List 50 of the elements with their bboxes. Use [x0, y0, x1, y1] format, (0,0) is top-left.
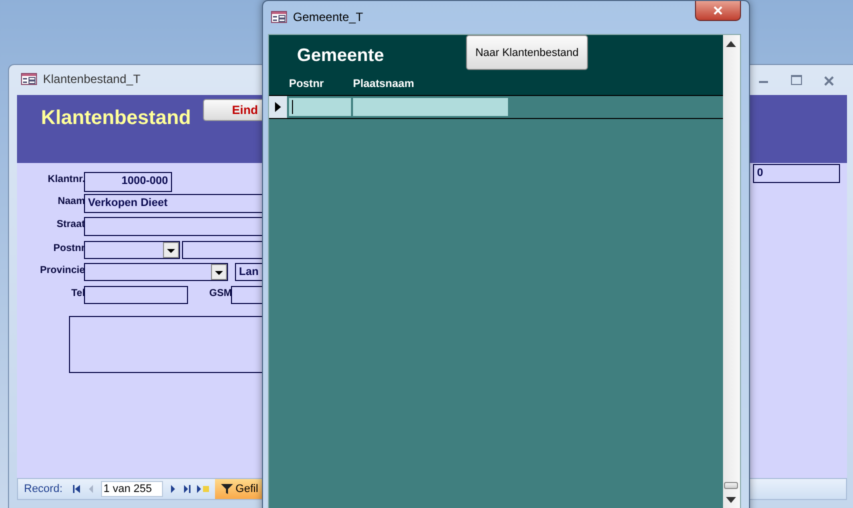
text-field[interactable] [182, 241, 263, 259]
form-icon [21, 73, 37, 85]
text-field[interactable]: Verkopen Dieet [84, 194, 263, 213]
column-header: Plaatsnaam [353, 78, 414, 90]
close-form-button[interactable]: Eind [203, 99, 263, 121]
record-label: Record: [24, 483, 63, 495]
close-icon[interactable] [824, 76, 834, 86]
vertical-scrollbar[interactable] [723, 35, 740, 508]
current-record-icon [275, 102, 281, 112]
record-selector[interactable] [269, 96, 287, 118]
field-label: GSM [209, 288, 232, 299]
scroll-thumb[interactable] [724, 482, 738, 489]
field-label: Klantnr. [48, 174, 85, 185]
window-title: Gemeente_T [293, 10, 364, 24]
text-field[interactable]: Lan [235, 263, 263, 281]
combo-box[interactable] [84, 241, 180, 259]
last-record-icon[interactable] [182, 485, 191, 493]
maximize-icon[interactable] [791, 75, 802, 85]
form-icon [271, 11, 287, 23]
close-button[interactable] [695, 1, 741, 21]
text-field[interactable] [84, 217, 263, 236]
scroll-down-icon[interactable] [726, 497, 736, 503]
text-field[interactable]: 1000-000 [84, 172, 172, 192]
window-title: Klantenbestand_T [43, 72, 140, 86]
next-record-icon[interactable] [168, 485, 177, 493]
dropdown-icon[interactable] [211, 264, 227, 280]
field-label: Provincie [40, 265, 85, 276]
text-field[interactable] [231, 286, 263, 304]
record-position-field[interactable]: 1 van 255 [100, 481, 163, 497]
combo-box[interactable] [84, 263, 228, 281]
close-icon [713, 6, 723, 15]
previous-record-icon [86, 485, 95, 493]
field-label: Naam [58, 196, 85, 207]
form-heading: Gemeente [297, 45, 384, 66]
filter-icon [220, 483, 233, 495]
new-record-icon[interactable] [196, 485, 209, 493]
filter-button[interactable]: Gefil [214, 479, 264, 499]
plaatsnaam-field[interactable] [353, 98, 508, 116]
field-label: Straat [56, 219, 85, 230]
first-record-icon[interactable] [72, 485, 81, 493]
scroll-up-icon[interactable] [726, 41, 736, 47]
memo-field[interactable] [69, 316, 263, 373]
form-heading: Klantenbestand [41, 107, 192, 130]
text-field[interactable]: 0 [753, 164, 840, 183]
postnr-field[interactable] [289, 98, 351, 116]
text-field[interactable] [84, 286, 188, 304]
column-header: Postnr [289, 78, 325, 90]
navigate-button[interactable]: Naar Klantenbestand [466, 35, 588, 70]
field-label: Postnr [53, 243, 85, 254]
dropdown-icon[interactable] [163, 242, 179, 258]
